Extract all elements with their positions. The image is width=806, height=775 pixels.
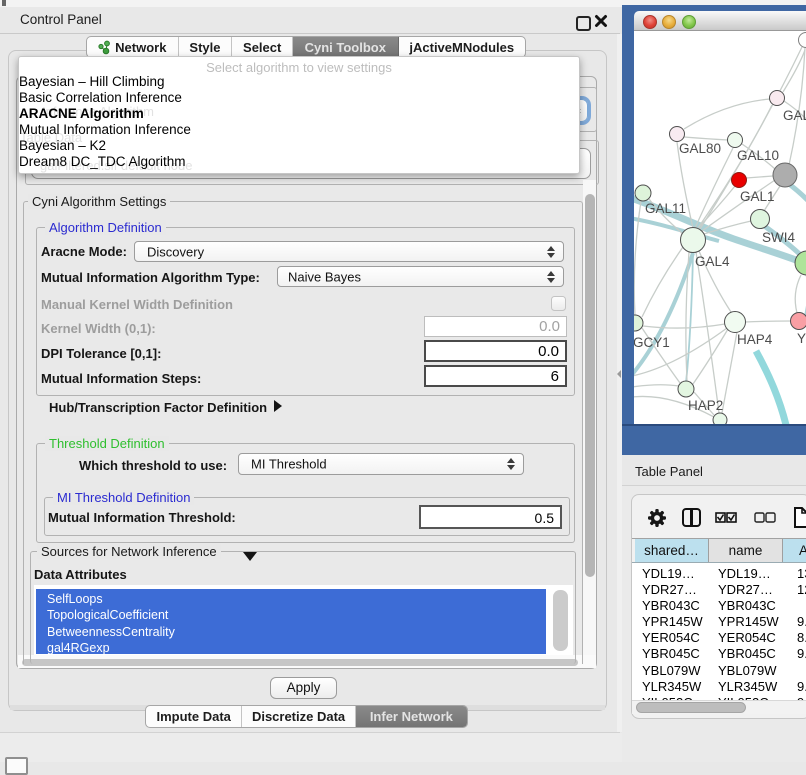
svg-text:SWI4: SWI4 [762, 230, 795, 245]
svg-text:GAL1: GAL1 [740, 189, 775, 204]
svg-text:GCY1: GCY1 [634, 335, 670, 350]
svg-text:GAL10: GAL10 [737, 148, 779, 163]
svg-text:GAL7: GAL7 [783, 108, 806, 123]
svg-text:HAP4: HAP4 [737, 332, 773, 347]
svg-text:GAL4: GAL4 [695, 254, 730, 269]
svg-text:GAL11: GAL11 [645, 201, 686, 216]
svg-text:GAL80: GAL80 [679, 141, 721, 156]
svg-text:YEL: YEL [797, 331, 806, 346]
svg-text:HAP2: HAP2 [688, 398, 723, 413]
